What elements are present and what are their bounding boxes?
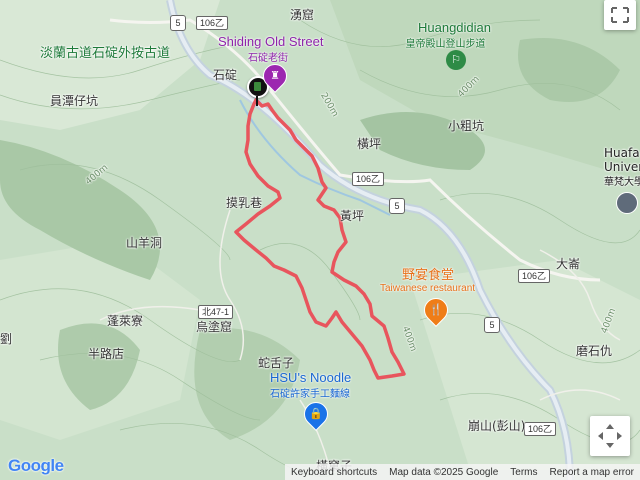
fullscreen-icon [611,7,629,23]
road-shield-106-mid: 106乙 [352,172,385,186]
pan-control-button[interactable] [590,416,630,456]
map-data-attribution: Map data ©2025 Google [389,466,499,478]
poi-huangdidian[interactable]: Huangdidian 皇帝殿山登山步道 [400,20,492,50]
label-moshilun: 磨石仇 [576,344,613,358]
poi-shiding-old-street-name: Shiding Old Street [218,34,324,49]
poi-shiding-old-street[interactable]: Shiding Old Street 石碇老街 [218,34,324,64]
label-huafan-1: Huafa [604,146,640,160]
label-hengping: 橫坪 [357,137,382,151]
road-shield-106-right: 106乙 [518,269,551,283]
label-shiding: 石碇 [213,68,238,82]
terms-link[interactable]: Terms [510,467,537,478]
label-shanyangdong: 山羊洞 [126,236,163,250]
poi-hsu-noodle[interactable]: HSU's Noodle 石碇許家手工麵線 [270,370,351,400]
road-shield-106-bottom: 106乙 [524,422,557,436]
hiking-icon[interactable]: ⚐ [446,50,466,70]
report-error-link[interactable]: Report a map error [550,467,634,478]
pan-arrows-icon [598,424,622,448]
road-shield-5-low: 5 [484,317,500,333]
label-daluan: 大崙 [556,257,581,271]
poi-hsu-noodle-name: HSU's Noodle [270,370,352,385]
label-yuanze: 員潭仔坑 [50,94,99,108]
label-trail-top-left: 淡蘭古道石碇外按古道 [40,46,171,61]
start-marker-stem [256,96,258,106]
university-pin-icon[interactable] [616,192,638,214]
label-penglailiao: 蓬萊寮 [107,314,144,328]
label-wutuku: 烏塗窟 [196,320,233,334]
label-banlu: 半路店 [88,347,125,361]
fullscreen-button[interactable] [604,0,636,30]
road-shield-5-top: 5 [170,15,186,31]
label-huafan-2: Univers [604,160,640,174]
poi-yeyan[interactable]: 野宴食堂 Taiwanese restaurant [380,264,475,294]
label-mozuchuan: 摸乳巷 [226,196,263,210]
label-liu: 劉 [0,332,13,346]
label-yongyu: 湧窟 [290,8,315,22]
keyboard-shortcuts-link[interactable]: Keyboard shortcuts [291,467,377,478]
poi-hsu-noodle-sub: 石碇許家手工麵線 [270,389,350,400]
road-shield-5-mid: 5 [389,198,405,214]
map-attribution-bar: Keyboard shortcuts Map data ©2025 Google… [284,464,640,480]
label-huafan-3: 華梵大學 [604,177,640,188]
poi-yeyan-name: 野宴食堂 [402,267,455,282]
label-benshan: 崩山(彭山) [468,419,526,433]
label-huangping: 黃坪 [340,209,365,223]
label-sheshezi: 蛇舌子 [258,356,295,370]
road-shield-bei47: 北47-1 [198,305,234,319]
poi-huangdidian-name: Huangdidian [418,20,492,35]
poi-huangdidian-sub: 皇帝殿山登山步道 [405,39,486,50]
road-shield-106-top: 106乙 [196,16,229,30]
google-logo: Google [8,456,64,475]
poi-yeyan-sub: Taiwanese restaurant [380,283,476,294]
poi-shiding-old-street-sub: 石碇老街 [248,53,288,64]
label-xiaocukeng: 小粗坑 [448,119,485,133]
map-view[interactable]: 106乙 5 106乙 5 106乙 5 106乙 北47-1 淡蘭古道石碇外按… [0,0,640,480]
